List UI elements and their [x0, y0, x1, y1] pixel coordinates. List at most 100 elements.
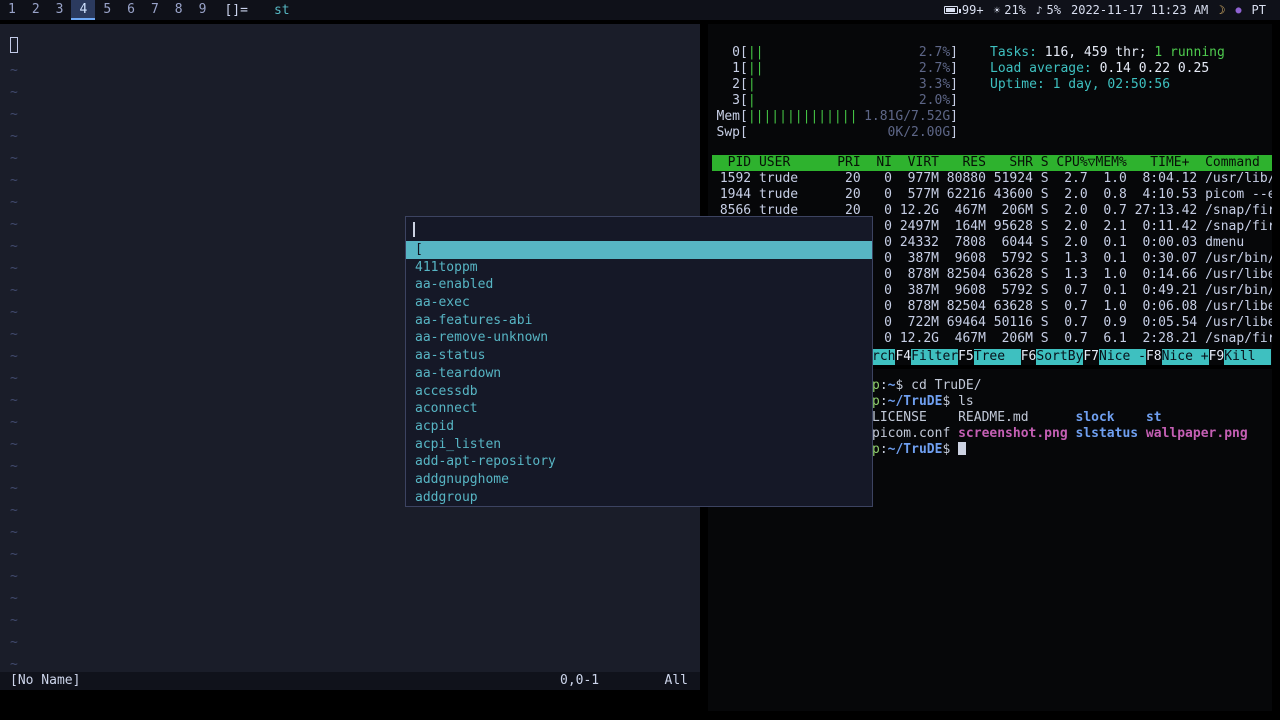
file-screenshot-png: screenshot.png — [958, 426, 1068, 441]
vim-tilde-line: ~ — [10, 569, 18, 584]
dmenu-item[interactable]: aa-features-abi — [406, 312, 872, 330]
tag-6[interactable]: 6 — [119, 0, 143, 20]
dmenu-item[interactable]: aa-status — [406, 347, 872, 365]
vim-tilde-line: ~ — [10, 239, 18, 254]
fkey-f9[interactable]: F9 — [1209, 349, 1225, 365]
fkey-f5[interactable]: F5 — [958, 349, 974, 365]
meter-label: 0 — [732, 45, 740, 60]
vim-tilde-line: ~ — [10, 525, 18, 540]
prompt-path: ~/TruDE — [887, 394, 943, 409]
volume-level: 5% — [1046, 3, 1061, 17]
dmenu-item[interactable]: add-apt-repository — [406, 453, 872, 471]
fkey-label-search-fragment[interactable]: rch — [872, 349, 896, 365]
tag-1[interactable]: 1 — [0, 0, 24, 20]
vim-tilde-line: ~ — [10, 283, 18, 298]
prompt-host-fragment: p — [872, 442, 880, 457]
fkey-f8[interactable]: F8 — [1146, 349, 1162, 365]
vim-tildes: ~ ~ ~ ~ ~ ~ ~ ~ ~ ~ ~ ~ ~ ~ ~ ~ ~ ~ ~ ~ ~ ~ ~ ~ ~ ~ ~ ~ — [10, 60, 18, 676]
file-readme: README.md — [958, 410, 1029, 425]
tag-4-active[interactable]: 4 — [71, 0, 96, 20]
tag-3[interactable]: 3 — [48, 0, 72, 20]
vim-ruler: 0,0-1 — [560, 673, 600, 688]
fkey-f7[interactable]: F7 — [1083, 349, 1099, 365]
fkey-f10-fragment[interactable]: F1 — [1271, 349, 1272, 365]
dmenu-item[interactable]: aa-exec — [406, 294, 872, 312]
dmenu-item[interactable]: aa-enabled — [406, 276, 872, 294]
vim-tilde-line: ~ — [10, 151, 18, 166]
fkey-label-tree[interactable]: Tree — [973, 349, 1021, 365]
load-value: 0.14 0.22 0.25 — [1099, 61, 1210, 76]
cpu-meter-2: 2[| 3.3%] — [714, 77, 958, 93]
meter-value: 2.0% — [918, 93, 951, 108]
meter-bar: | — [747, 93, 756, 108]
brightness-level: 21% — [1004, 3, 1026, 17]
dmenu-input[interactable] — [406, 217, 872, 241]
meter-bracket: ] — [950, 77, 958, 92]
battery-status: 99+ — [943, 3, 984, 17]
process-table-header[interactable]: PID USER PRI NI VIRT RES SHR S CPU%▽MEM%… — [712, 155, 1272, 171]
fkey-label-nice-plus[interactable]: Nice + — [1161, 349, 1209, 365]
tag-2[interactable]: 2 — [24, 0, 48, 20]
tag-5[interactable]: 5 — [95, 0, 119, 20]
htop-meters: 0[|| 2.7%] 1[|| 2.7%] 2[| 3.3%] 3[| 2.0%] Me… — [714, 45, 958, 141]
terminal-output: p:~$ cd TruDE/ p:~/TruDE$ ls LICENSE READ… — [872, 378, 1248, 458]
vim-tilde-line: ~ — [10, 195, 18, 210]
brightness-status: ☀ 21% — [994, 3, 1026, 17]
terminal-line-ls: p:~/TruDE$ ls — [872, 394, 1248, 410]
process-row[interactable]: 1944 trude 20 0 577M 62216 43600 S 2.0 0… — [712, 187, 1272, 203]
keyboard-layout: PT — [1251, 3, 1266, 17]
htop-summary: Tasks: 116, 459 thr; 1 running Load aver… — [990, 45, 1225, 93]
tag-7[interactable]: 7 — [143, 0, 167, 20]
tray-dot-icon: ● — [1235, 4, 1242, 16]
dmenu-item-selected[interactable]: [ — [406, 241, 872, 259]
terminal-cursor — [958, 442, 967, 455]
workspace-tags: 1 2 3 4 5 6 7 8 9 — [0, 0, 214, 20]
dmenu-item[interactable]: acpi_listen — [406, 436, 872, 454]
vim-tilde-line: ~ — [10, 459, 18, 474]
dmenu-item[interactable]: 411toppm — [406, 259, 872, 277]
meter-value: 2.7% — [918, 61, 951, 76]
vim-tilde-line: ~ — [10, 85, 18, 100]
fkey-label-nice-minus[interactable]: Nice - — [1099, 349, 1146, 365]
volume-status: ♪ 5% — [1036, 3, 1061, 17]
prompt-host-fragment: p — [872, 394, 880, 409]
meter-value: 2.7% — [918, 45, 951, 60]
dmenu-item[interactable]: aa-teardown — [406, 365, 872, 383]
meter-value: 1.81G/7.52G — [864, 109, 951, 124]
tasks-label: Tasks: — [990, 45, 1045, 60]
vim-tilde-line: ~ — [10, 613, 18, 628]
dmenu-item[interactable]: acpid — [406, 418, 872, 436]
meter-bracket: [ — [740, 77, 748, 92]
meter-bar: |||||||||||||| — [747, 109, 858, 124]
tag-9[interactable]: 9 — [191, 0, 215, 20]
cpu-meter-0: 0[|| 2.7%] — [714, 45, 958, 61]
fkey-label-filter[interactable]: Filter — [911, 349, 959, 365]
fkey-f4[interactable]: F4 — [895, 349, 911, 365]
vim-tilde-line: ~ — [10, 547, 18, 562]
load-label: Load average: — [990, 61, 1100, 76]
dmenu-item[interactable]: addgnupghome — [406, 471, 872, 489]
prompt-host-fragment: p — [872, 378, 880, 393]
meter-bar: | — [747, 77, 756, 92]
tag-8[interactable]: 8 — [167, 0, 191, 20]
dmenu-item[interactable]: aa-remove-unknown — [406, 329, 872, 347]
layout-indicator[interactable]: []= — [224, 3, 247, 18]
fkey-label-sortby[interactable]: SortBy — [1036, 349, 1084, 365]
dmenu-item[interactable]: accessdb — [406, 383, 872, 401]
terminal-line-prompt: p:~/TruDE$ — [872, 442, 1248, 458]
vim-tilde-line: ~ — [10, 503, 18, 518]
process-row[interactable]: 1592 trude 20 0 977M 80880 51924 S 2.7 1… — [712, 171, 1272, 187]
dmenu-item[interactable]: aconnect — [406, 400, 872, 418]
dmenu-item[interactable]: addgroup — [406, 489, 872, 507]
fkey-label-kill[interactable]: Kill — [1224, 349, 1272, 365]
vim-tilde-line: ~ — [10, 635, 18, 650]
meter-value: 0K/2.00G — [887, 125, 951, 140]
command-cd: cd TruDE/ — [903, 378, 982, 393]
fkey-f6[interactable]: F6 — [1021, 349, 1037, 365]
tasks-running: 1 running — [1154, 45, 1225, 60]
terminal-line-ls-output-2: picom.conf screenshot.png slstatus wallpape… — [872, 426, 1248, 442]
load-line: Load average: 0.14 0.22 0.25 — [990, 61, 1225, 77]
meter-label: Swp — [716, 125, 740, 140]
file-wallpaper-png: wallpaper.png — [1145, 426, 1248, 441]
focused-window-title: st — [273, 2, 290, 18]
